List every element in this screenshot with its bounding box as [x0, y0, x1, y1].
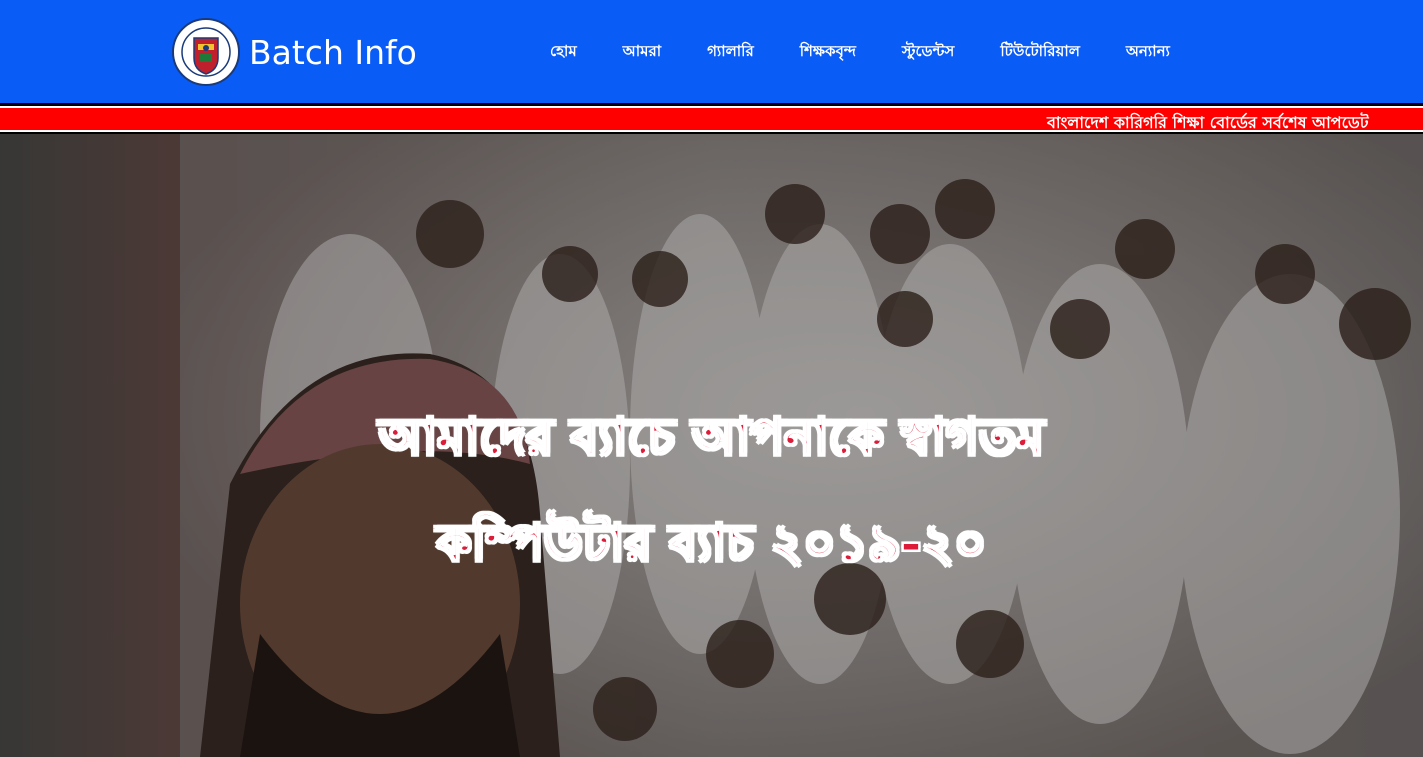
- nav-item-others[interactable]: অন্যান্য: [1126, 40, 1170, 65]
- hero-batch-heading: কম্পিউটার ব্যাচ ২০১৯-২০: [436, 513, 987, 573]
- nav-item-teachers[interactable]: শিক্ষকবৃন্দ: [800, 40, 856, 65]
- nav-item-gallery[interactable]: গ্যালারি: [707, 40, 754, 65]
- brand-name: Batch Info: [249, 32, 417, 72]
- nav-item-tutorial[interactable]: টিউটোরিয়াল: [1000, 40, 1080, 65]
- nav-item-students[interactable]: স্টুডেন্টস: [902, 40, 954, 65]
- hero-welcome-heading: আমাদের ব্যাচে আপনাকে স্বাগতম: [378, 407, 1045, 467]
- top-navbar: Batch Info হোম আমরা গ্যালারি শিক্ষকবৃন্দ…: [0, 0, 1423, 103]
- ticker-text[interactable]: বাংলাদেশ কারিগরি শিক্ষা বোর্ডের সর্বশেষ …: [1047, 110, 1369, 130]
- hero-banner: আমাদের ব্যাচে আপনাকে স্বাগতম কম্পিউটার ব…: [0, 134, 1423, 757]
- news-ticker: বাংলাদেশ কারিগরি শিক্ষা বোর্ডের সর্বশেষ …: [0, 106, 1423, 132]
- nav-item-home[interactable]: হোম: [550, 40, 577, 65]
- nav-item-about[interactable]: আমরা: [623, 40, 661, 65]
- institute-crest-icon: [172, 18, 240, 86]
- brand-link[interactable]: Batch Info: [172, 14, 417, 90]
- main-nav: হোম আমরা গ্যালারি শিক্ষকবৃন্দ স্টুডেন্টস…: [550, 40, 1216, 65]
